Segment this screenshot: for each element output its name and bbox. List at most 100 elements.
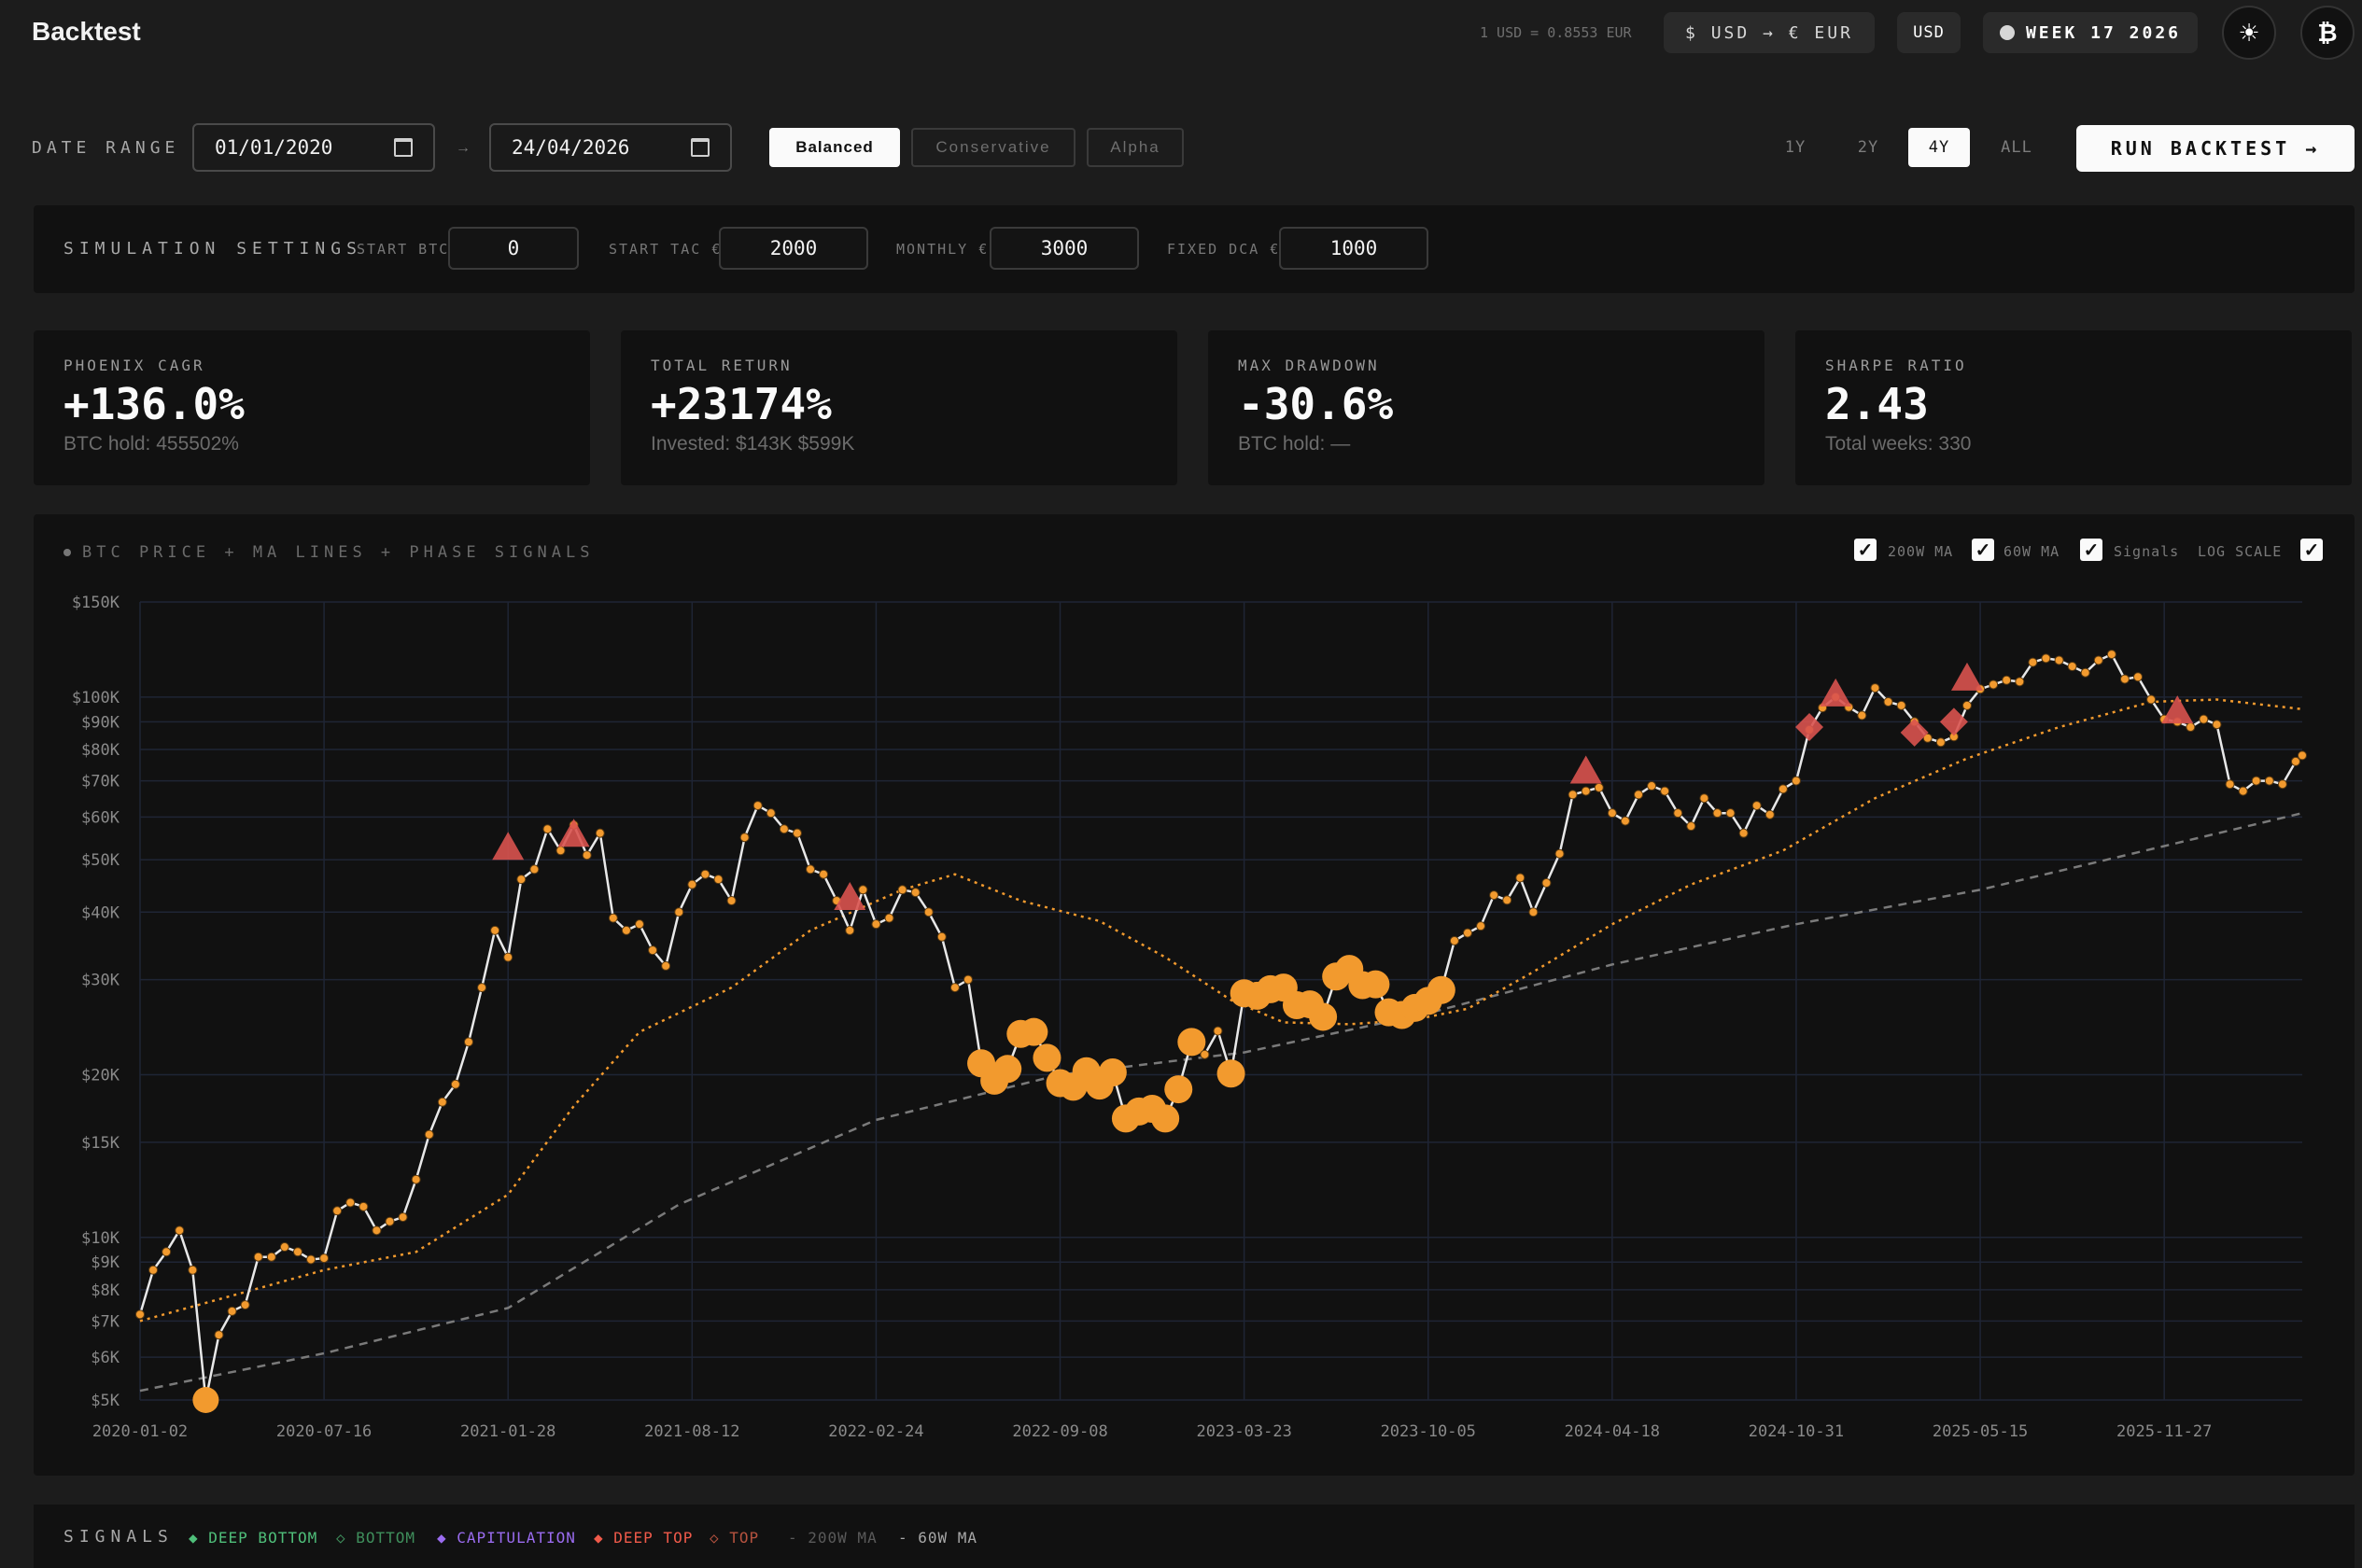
price-point — [529, 864, 540, 875]
y-tick-label: $30K — [81, 972, 120, 990]
x-axis-ticks: 2020-01-02 2020-07-16 2021-01-28 2021-08-12… — [92, 1422, 2213, 1441]
price-point — [490, 925, 500, 935]
price-point — [1791, 776, 1801, 786]
price-point — [1581, 786, 1591, 796]
price-point — [2119, 674, 2130, 684]
price-point — [1778, 784, 1788, 794]
accumulation-marker — [1427, 975, 1455, 1004]
price-point — [2212, 720, 2222, 730]
x-tick-label: 2022-09-08 — [1012, 1422, 1107, 1441]
y-tick-label: $100K — [72, 689, 120, 707]
price-point — [1751, 801, 1762, 811]
price-point — [2298, 750, 2307, 761]
price-point — [1449, 935, 1459, 945]
x-tick-label: 2024-10-31 — [1749, 1422, 1844, 1441]
price-point — [582, 850, 592, 861]
price-point — [359, 1201, 369, 1211]
price-point — [726, 896, 737, 906]
price-point — [1857, 710, 1867, 721]
price-point — [555, 846, 566, 856]
y-tick-label: $15K — [81, 1134, 120, 1153]
price-point — [1634, 790, 1644, 800]
price-point — [516, 875, 527, 885]
y-tick-label: $90K — [81, 713, 120, 732]
price-point — [1989, 679, 1999, 690]
price-point — [1673, 808, 1683, 819]
price-point — [819, 869, 829, 879]
price-point — [266, 1252, 276, 1262]
price-line — [138, 652, 2303, 1401]
top-signal — [1900, 718, 1929, 747]
accumulation-marker — [1309, 1002, 1338, 1031]
price-point — [437, 1097, 447, 1107]
price-point — [1515, 873, 1525, 883]
price-point — [503, 952, 513, 962]
price-point — [739, 833, 750, 843]
price-point — [2002, 675, 2012, 685]
price-point — [162, 1247, 172, 1257]
price-point — [595, 828, 605, 838]
price-point — [1660, 786, 1670, 796]
price-point — [292, 1247, 302, 1257]
price-point — [1554, 848, 1565, 859]
price-point — [621, 925, 631, 935]
price-point — [871, 919, 881, 930]
price-point — [385, 1216, 395, 1226]
price-chart[interactable]: $150K $100K $90K $80K $70K $60K $50K $40K $30K $2… — [0, 0, 2362, 1505]
y-tick-label: $10K — [81, 1229, 120, 1248]
price-point — [477, 983, 487, 993]
price-point — [1896, 700, 1906, 710]
price-point — [345, 1197, 356, 1208]
accumulation-marker — [1164, 1075, 1193, 1104]
price-point — [2186, 722, 2196, 733]
chart-grid — [139, 601, 2302, 1401]
price-point — [949, 983, 960, 993]
price-point — [135, 1309, 145, 1320]
legend-capitulation: ◆ CAPITULATION — [437, 1529, 576, 1547]
ma60-line-group — [139, 698, 2303, 1323]
y-tick-label: $9K — [91, 1253, 120, 1272]
price-point — [2067, 661, 2077, 671]
price-point — [2015, 677, 2025, 687]
price-point — [253, 1252, 263, 1262]
accumulation-marker — [1151, 1104, 1180, 1133]
price-point — [2225, 779, 2235, 790]
price-point — [227, 1306, 237, 1316]
x-tick-label: 2022-02-24 — [828, 1422, 923, 1441]
price-point — [1502, 895, 1512, 905]
price-point — [2290, 756, 2300, 766]
price-point — [1620, 816, 1630, 826]
price-point — [319, 1253, 330, 1264]
y-tick-label: $6K — [91, 1349, 120, 1367]
price-point — [2277, 779, 2287, 790]
deep-top-signal — [1569, 755, 1602, 784]
x-tick-label: 2025-11-27 — [2116, 1422, 2212, 1441]
x-tick-label: 2020-07-16 — [276, 1422, 372, 1441]
price-point — [2041, 653, 2051, 664]
y-tick-label: $5K — [91, 1392, 120, 1410]
price-point — [1476, 921, 1486, 931]
price-point — [2133, 672, 2144, 682]
price-point — [635, 919, 645, 930]
price-point — [1541, 877, 1552, 888]
y-tick-label: $60K — [81, 808, 120, 827]
price-point — [2028, 657, 2038, 667]
y-tick-label: $150K — [72, 594, 120, 612]
price-point — [2093, 655, 2103, 665]
legend-deep-bottom: ◆ DEEP BOTTOM — [189, 1529, 318, 1547]
price-point — [687, 879, 697, 889]
price-point — [713, 875, 724, 885]
price-point — [897, 885, 907, 895]
price-point — [2199, 714, 2209, 724]
price-point — [648, 945, 658, 956]
y-tick-label: $40K — [81, 903, 120, 922]
price-point — [792, 828, 802, 838]
bottom-signal — [192, 1387, 219, 1413]
price-point — [752, 801, 763, 811]
price-point — [2080, 667, 2090, 678]
price-point — [1686, 821, 1696, 832]
price-point — [806, 864, 816, 875]
y-axis-ticks: $150K $100K $90K $80K $70K $60K $50K $40K $30K $2… — [72, 594, 120, 1410]
price-point — [1961, 700, 1972, 710]
deep-top-signal — [1820, 678, 1852, 707]
